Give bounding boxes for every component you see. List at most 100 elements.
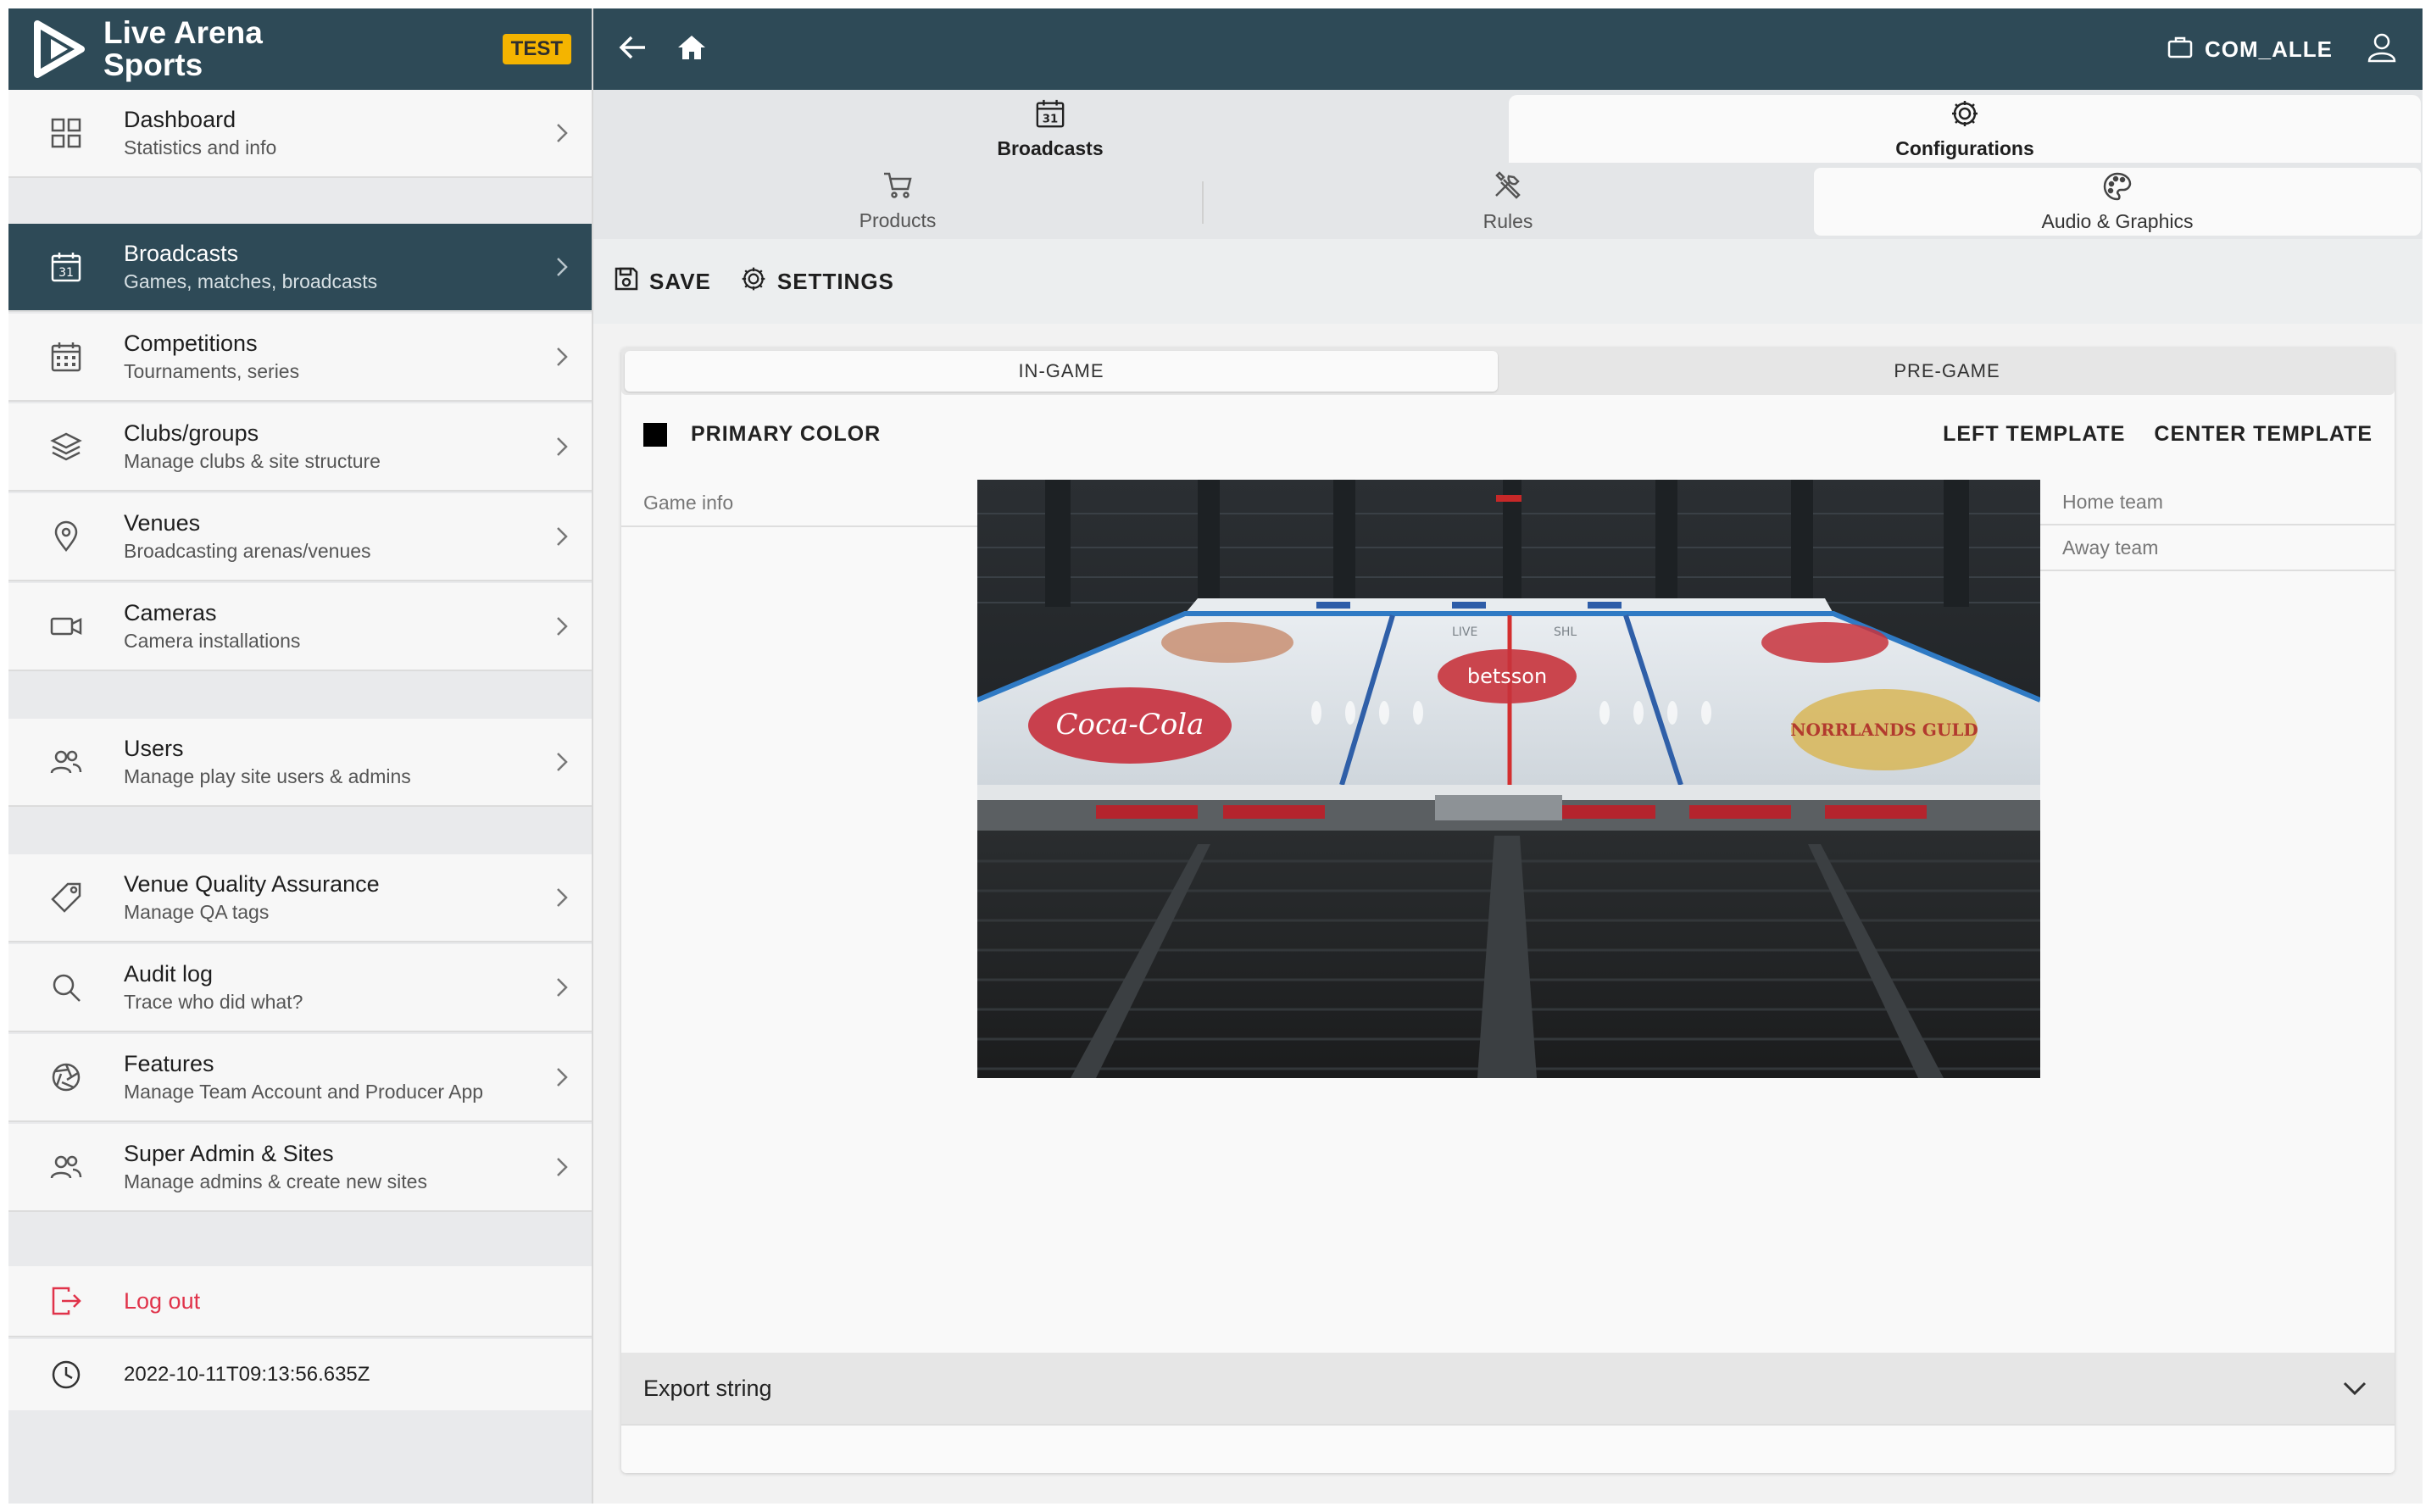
- center-template-button[interactable]: CENTER TEMPLATE: [2154, 422, 2373, 447]
- template-selector: LEFT TEMPLATE CENTER TEMPLATE: [1943, 422, 2373, 447]
- logout-button[interactable]: Log out: [8, 1266, 592, 1337]
- organization-selector[interactable]: COM_ALLE: [2167, 36, 2333, 63]
- user-icon: [2367, 32, 2397, 67]
- graphics-editor-card: IN-GAME PRE-GAME PRIMARY COLOR LEFT TEMP…: [621, 347, 2395, 1473]
- back-button[interactable]: [607, 24, 658, 75]
- cart-icon: [882, 170, 913, 204]
- sidebar-item-subtitle: Manage Team Account and Producer App: [124, 1081, 484, 1103]
- game-info-field[interactable]: Game info: [621, 480, 977, 527]
- grid-icon: [8, 117, 124, 149]
- brand-name: Live Arena Sports: [103, 15, 263, 82]
- chevron-right-icon: [532, 525, 592, 548]
- folder-icon: [2167, 36, 2193, 63]
- export-string-label: Export string: [643, 1375, 772, 1401]
- tab-label: Broadcasts: [997, 136, 1104, 159]
- top-bar: COM_ALLE: [593, 8, 2423, 90]
- sidebar-item-dashboard[interactable]: Dashboard Statistics and info: [8, 90, 592, 178]
- primary-color-picker[interactable]: PRIMARY COLOR: [643, 422, 881, 447]
- app-window: Live Arena Sports TEST Dashboard Statist…: [8, 8, 2423, 1504]
- home-button[interactable]: [666, 24, 717, 75]
- segment-in-game[interactable]: IN-GAME: [625, 351, 1498, 392]
- sidebar-item-title: Broadcasts: [124, 241, 239, 266]
- user-menu-button[interactable]: [2356, 24, 2407, 75]
- tab-label: Configurations: [1895, 136, 2034, 159]
- arrow-left-icon: [618, 35, 647, 64]
- tab-audio-graphics[interactable]: Audio & Graphics: [1814, 168, 2421, 236]
- sidebar-item-audit-log[interactable]: Audit log Trace who did what?: [8, 944, 592, 1032]
- sidebar-item-super-admin[interactable]: Super Admin & Sites Manage admins & crea…: [8, 1124, 592, 1212]
- gear-icon: [740, 265, 767, 298]
- tab-label: Rules: [1483, 209, 1533, 232]
- calendar-grid-icon: [8, 341, 124, 373]
- segment-pre-game[interactable]: PRE-GAME: [1503, 351, 2391, 392]
- sidebar-item-subtitle: Camera installations: [124, 630, 301, 652]
- sidebar-item-subtitle: Broadcasting arenas/venues: [124, 540, 371, 562]
- cocacola-logo-text: Coca-Cola: [1056, 708, 1204, 742]
- sidebar-item-subtitle: Tournaments, series: [124, 360, 300, 382]
- organization-name: COM_ALLE: [2205, 36, 2333, 62]
- betsson-logo-text: betsson: [1467, 664, 1547, 688]
- game-info-label: Game info: [643, 491, 734, 514]
- chevron-right-icon: [532, 346, 592, 368]
- tab-label: Audio & Graphics: [2041, 209, 2194, 232]
- sidebar: Live Arena Sports TEST Dashboard Statist…: [8, 8, 593, 1504]
- video-camera-icon: [8, 610, 124, 642]
- save-button[interactable]: SAVE: [614, 266, 711, 297]
- tab-broadcasts[interactable]: 31 Broadcasts: [593, 95, 1507, 163]
- sidebar-item-subtitle: Statistics and info: [124, 136, 277, 158]
- secondary-tabs: Products Rules Audio & Graphics: [593, 163, 2423, 239]
- sidebar-item-title: Dashboard: [124, 107, 236, 132]
- sidebar-item-title: Users: [124, 736, 184, 761]
- sidebar-item-subtitle: Manage admins & create new sites: [124, 1170, 427, 1192]
- live-ice-text: LIVE: [1452, 625, 1477, 639]
- save-label: SAVE: [649, 268, 711, 294]
- sidebar-item-venues[interactable]: Venues Broadcasting arenas/venues: [8, 493, 592, 581]
- build-timestamp: 2022-10-11T09:13:56.635Z: [8, 1339, 592, 1410]
- tab-products[interactable]: Products: [593, 163, 1202, 239]
- export-string-content: [621, 1424, 2395, 1473]
- tools-icon: [1492, 170, 1524, 205]
- home-team-field[interactable]: Home team: [2040, 480, 2395, 525]
- calendar-icon: 31: [8, 251, 124, 283]
- arena-preview-image: Coca-Cola betsson NORRLANDS GULD LIVE SH…: [977, 480, 2040, 1078]
- gear-icon: [1950, 98, 1980, 134]
- chevron-right-icon: [532, 122, 592, 144]
- chevron-right-icon: [532, 1066, 592, 1088]
- shl-ice-text: SHL: [1554, 625, 1577, 639]
- admins-icon: [8, 1151, 124, 1183]
- left-template-button[interactable]: LEFT TEMPLATE: [1943, 422, 2125, 447]
- sidebar-item-title: Audit log: [124, 961, 214, 987]
- sidebar-item-clubs[interactable]: Clubs/groups Manage clubs & site structu…: [8, 403, 592, 492]
- svg-text:31: 31: [1043, 113, 1058, 125]
- away-team-label: Away team: [2062, 536, 2159, 559]
- action-toolbar: SAVE SETTINGS: [593, 239, 2423, 324]
- sidebar-item-competitions[interactable]: Competitions Tournaments, series: [8, 314, 592, 402]
- sidebar-item-title: Venues: [124, 510, 201, 536]
- sidebar-item-title: Super Admin & Sites: [124, 1141, 334, 1166]
- primary-tabs: 31 Broadcasts Configurations: [593, 90, 2423, 163]
- chevron-down-icon: [2342, 1376, 2367, 1402]
- away-team-field[interactable]: Away team: [2040, 525, 2395, 571]
- palette-icon: [2102, 171, 2133, 207]
- sidebar-item-title: Cameras: [124, 600, 217, 625]
- sidebar-item-title: Clubs/groups: [124, 420, 259, 446]
- export-string-accordion[interactable]: Export string: [621, 1353, 2395, 1424]
- sidebar-item-broadcasts[interactable]: 31 Broadcasts Games, matches, broadcasts: [8, 224, 592, 312]
- settings-button[interactable]: SETTINGS: [740, 265, 894, 298]
- settings-label: SETTINGS: [776, 268, 894, 294]
- chevron-right-icon: [532, 751, 592, 773]
- sidebar-item-venue-qa[interactable]: Venue Quality Assurance Manage QA tags: [8, 854, 592, 942]
- tag-icon: [8, 881, 124, 914]
- aperture-icon: [8, 1061, 124, 1093]
- sidebar-item-cameras[interactable]: Cameras Camera installations: [8, 583, 592, 671]
- chevron-right-icon: [532, 615, 592, 637]
- gulf-logo-text: NORRLANDS GULD: [1790, 720, 1978, 740]
- tab-configurations[interactable]: Configurations: [1509, 95, 2421, 163]
- sidebar-item-users[interactable]: Users Manage play site users & admins: [8, 719, 592, 807]
- logout-label: Log out: [124, 1288, 201, 1314]
- tab-rules[interactable]: Rules: [1204, 163, 1812, 239]
- sidebar-item-subtitle: Manage play site users & admins: [124, 765, 411, 787]
- sidebar-item-subtitle: Manage clubs & site structure: [124, 450, 381, 472]
- sidebar-item-features[interactable]: Features Manage Team Account and Produce…: [8, 1034, 592, 1122]
- chevron-right-icon: [532, 256, 592, 278]
